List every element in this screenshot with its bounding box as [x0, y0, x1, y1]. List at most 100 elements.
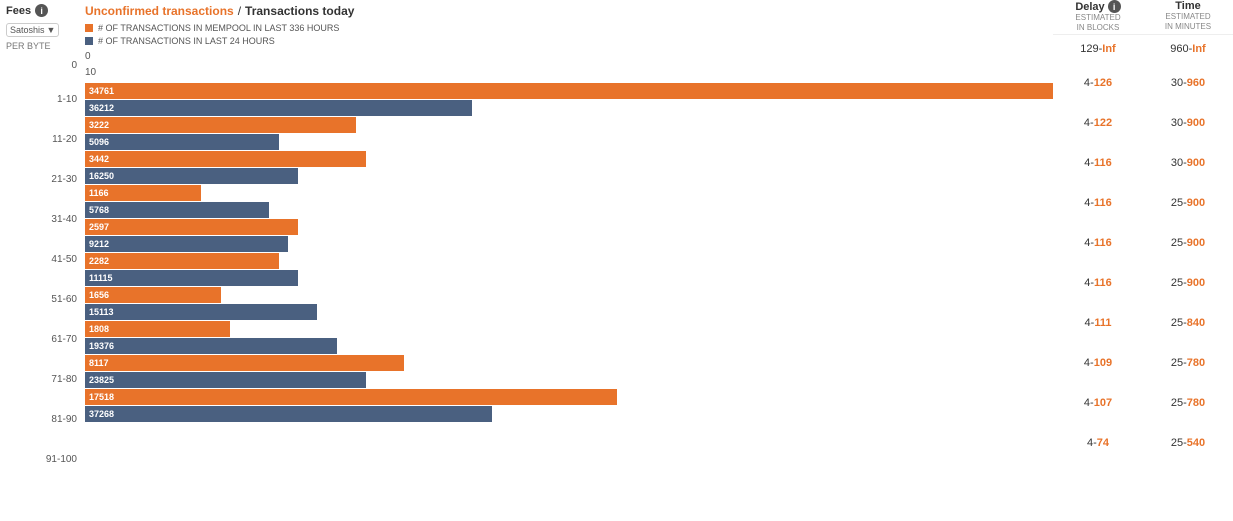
bar-group-41-50: 2597 9212	[85, 219, 1053, 252]
right-row-21-30: 4-116 30-900	[1053, 143, 1233, 183]
dropdown-icon: ▼	[47, 25, 56, 35]
fee-range-1-10: 1-10	[0, 79, 85, 119]
transactions-today-link[interactable]: Transactions today	[245, 4, 354, 18]
time-title: Time	[1143, 0, 1233, 12]
right-row-61-70: 4-111 25-840	[1053, 303, 1233, 343]
bar-blue-label-81-90: 23825	[89, 375, 114, 385]
right-row-51-60: 4-116 25-900	[1053, 263, 1233, 303]
time-val-71-80: 25-780	[1143, 357, 1233, 369]
bar-blue-label-1-10: 36212	[89, 103, 114, 113]
time-val-51-60: 25-900	[1143, 277, 1233, 289]
zero-line-0: 0	[85, 49, 1053, 65]
bar-orange-label-71-80: 1808	[89, 324, 109, 334]
bar-orange-71-80: 1808	[85, 321, 230, 337]
bar-blue-label-41-50: 9212	[89, 239, 109, 249]
right-row-81-90: 4-107 25-780	[1053, 383, 1233, 423]
fee-range-21-30: 21-30	[0, 159, 85, 199]
bar-orange-11-20: 3222	[85, 117, 356, 133]
legend-orange-text: # OF TRANSACTIONS IN MEMPOOL IN LAST 336…	[98, 22, 339, 35]
bar-group-91-100: 17518 37268	[85, 389, 1053, 422]
fees-label: Fees i	[0, 0, 85, 19]
delay-column-header: Delay i ESTIMATED IN BLOCKS	[1053, 0, 1143, 32]
legend-orange-dot	[85, 24, 93, 32]
bar-orange-label-51-60: 2282	[89, 256, 109, 266]
fee-range-41-50: 41-50	[0, 239, 85, 279]
bar-orange-51-60: 2282	[85, 253, 279, 269]
bar-blue-1-10: 36212	[85, 100, 472, 116]
bar-blue-21-30: 16250	[85, 168, 298, 184]
time-val-91-100: 25-540	[1143, 437, 1233, 449]
legend-orange: # OF TRANSACTIONS IN MEMPOOL IN LAST 336…	[85, 22, 1053, 35]
bar-group-81-90: 8117 23825	[85, 355, 1053, 388]
legend-blue: # OF TRANSACTIONS IN LAST 24 HOURS	[85, 35, 1053, 48]
header-separator: /	[238, 4, 241, 18]
fee-range-51-60: 51-60	[0, 279, 85, 319]
bar-group-1-10: 34761 36212	[85, 83, 1053, 116]
bar-orange-label-21-30: 3442	[89, 154, 109, 164]
bar-orange-41-50: 2597	[85, 219, 298, 235]
time-val-1-10: 30-960	[1143, 77, 1233, 89]
delay-val-91-100: 4-74	[1053, 437, 1143, 449]
bar-orange-1-10: 34761	[85, 83, 1053, 99]
bar-blue-label-51-60: 11115	[89, 273, 113, 283]
right-row-31-40: 4-116 25-900	[1053, 183, 1233, 223]
bar-group-71-80: 1808 19376	[85, 321, 1053, 354]
fees-text: Fees	[6, 5, 31, 17]
right-row-71-80: 4-109 25-780	[1053, 343, 1233, 383]
bar-blue-label-11-20: 5096	[89, 137, 109, 147]
bar-blue-51-60: 11115	[85, 270, 298, 286]
right-row-91-100: 4-74 25-540	[1053, 423, 1233, 463]
right-row-1-10: 4-126 30-960	[1053, 63, 1233, 103]
bar-orange-91-100: 17518	[85, 389, 617, 405]
fee-range-71-80: 71-80	[0, 359, 85, 399]
bar-orange-label-11-20: 3222	[89, 120, 109, 130]
right-row-11-20: 4-122 30-900	[1053, 103, 1233, 143]
bar-blue-71-80: 19376	[85, 338, 337, 354]
delay-val-21-30: 4-116	[1053, 157, 1143, 169]
bar-group-31-40: 1166 5768	[85, 185, 1053, 218]
bar-blue-label-21-30: 16250	[89, 171, 114, 181]
time-val-81-90: 25-780	[1143, 397, 1233, 409]
delay-val-61-70: 4-111	[1053, 317, 1143, 329]
bar-blue-31-40: 5768	[85, 202, 269, 218]
zero-section: 0 10	[85, 49, 1053, 83]
time-val-31-40: 25-900	[1143, 197, 1233, 209]
time-sub1: ESTIMATED	[1143, 12, 1233, 22]
bar-group-11-20: 3222 5096	[85, 117, 1053, 150]
fee-range-81-90: 81-90	[0, 399, 85, 439]
legend-blue-text: # OF TRANSACTIONS IN LAST 24 HOURS	[98, 35, 275, 48]
bar-group-21-30: 3442 16250	[85, 151, 1053, 184]
delay-val-71-80: 4-109	[1053, 357, 1143, 369]
fees-info-icon[interactable]: i	[35, 4, 48, 17]
delay-val-1-10: 4-126	[1053, 77, 1143, 89]
right-row-41-50: 4-116 25-900	[1053, 223, 1233, 263]
bar-orange-31-40: 1166	[85, 185, 201, 201]
right-header: Delay i ESTIMATED IN BLOCKS Time ESTIMAT…	[1053, 0, 1233, 35]
delay-val-11-20: 4-122	[1053, 117, 1143, 129]
fee-range-91-100: 91-100	[0, 439, 85, 479]
right-row-zero: 129-Inf 960-Inf	[1053, 35, 1233, 63]
bar-blue-label-61-70: 15113	[89, 307, 114, 317]
bar-orange-label-41-50: 2597	[89, 222, 109, 232]
time-val-21-30: 30-900	[1143, 157, 1233, 169]
delay-val-41-50: 4-116	[1053, 237, 1143, 249]
chart-area: 0 10 34761 36212 3222 5096	[85, 49, 1053, 521]
fee-range-31-40: 31-40	[0, 199, 85, 239]
delay-info-icon[interactable]: i	[1108, 0, 1121, 13]
unit-selector[interactable]: Satoshis ▼	[6, 23, 59, 37]
bar-blue-61-70: 15113	[85, 304, 317, 320]
bar-blue-label-91-100: 37268	[89, 409, 114, 419]
fee-range-11-20: 11-20	[0, 119, 85, 159]
delay-sub1: ESTIMATED	[1053, 13, 1143, 23]
right-panel: Delay i ESTIMATED IN BLOCKS Time ESTIMAT…	[1053, 0, 1233, 521]
unconfirmed-link[interactable]: Unconfirmed transactions	[85, 4, 234, 18]
time-column-header: Time ESTIMATED IN MINUTES	[1143, 0, 1233, 32]
time-val-41-50: 25-900	[1143, 237, 1233, 249]
legend-blue-dot	[85, 37, 93, 45]
time-val-61-70: 25-840	[1143, 317, 1233, 329]
time-val-11-20: 30-900	[1143, 117, 1233, 129]
delay-val-81-90: 4-107	[1053, 397, 1143, 409]
bar-blue-81-90: 23825	[85, 372, 366, 388]
bar-blue-label-71-80: 19376	[89, 341, 114, 351]
time-sub2: IN MINUTES	[1143, 22, 1233, 32]
